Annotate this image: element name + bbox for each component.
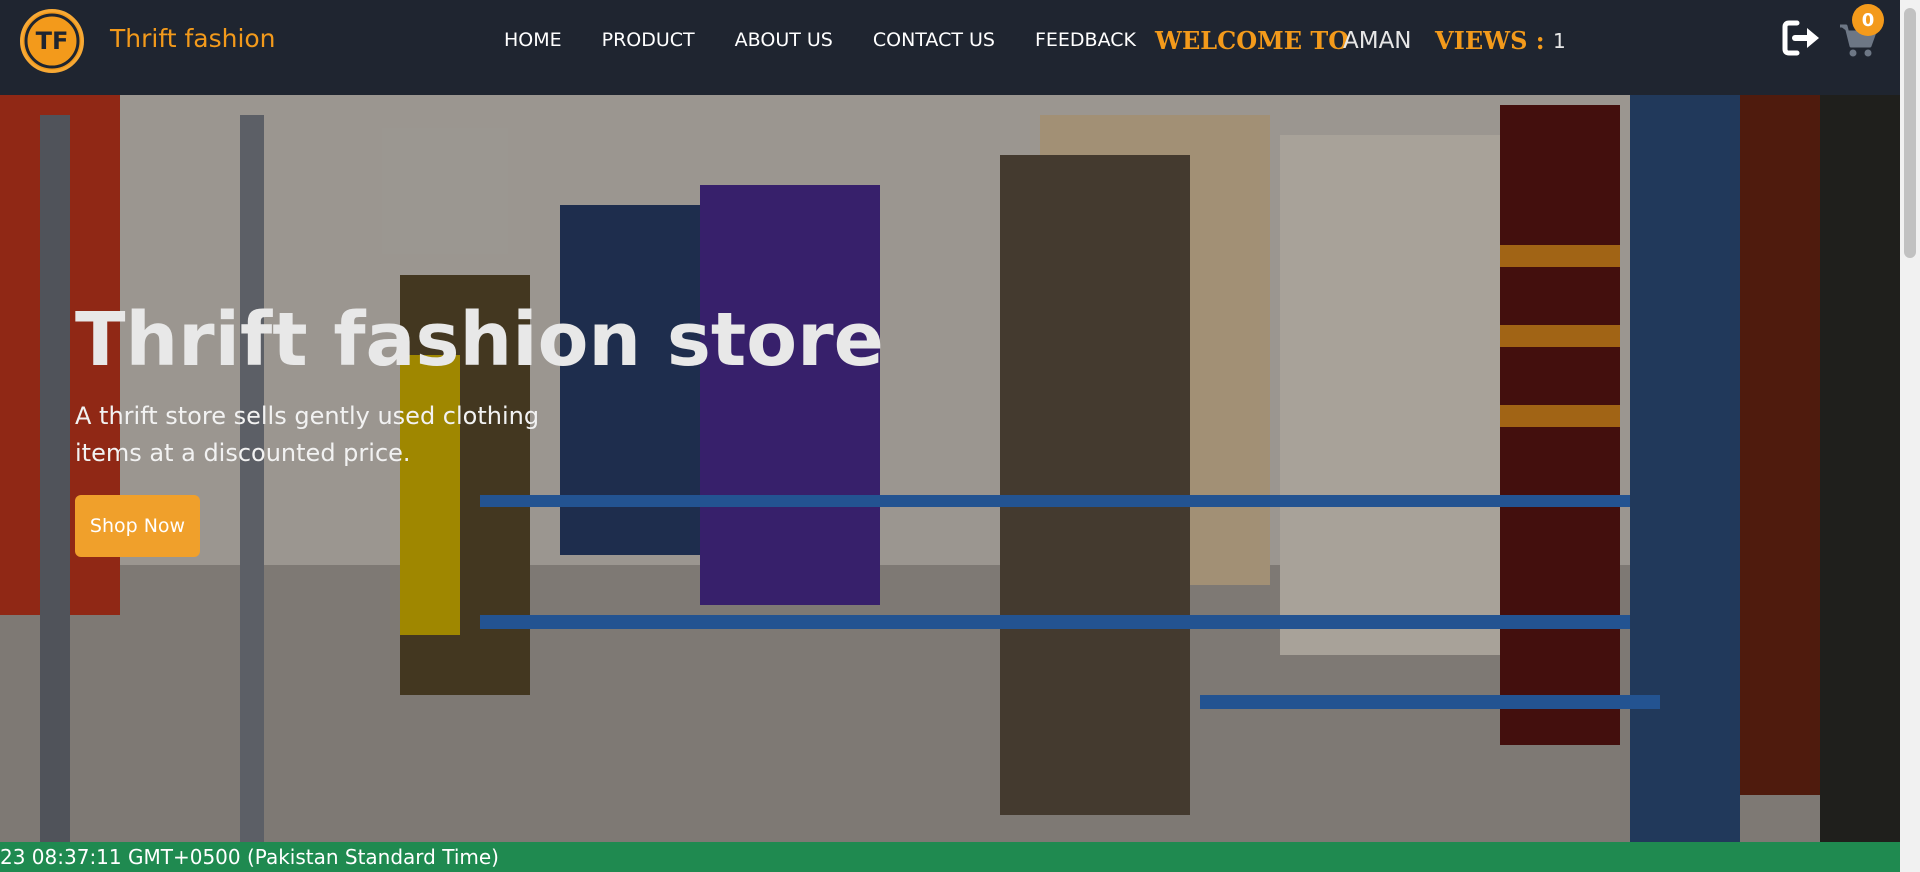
logout-icon[interactable] (1781, 19, 1823, 57)
hero-title: Thrift fashion store (75, 297, 884, 383)
username: AMAN (1343, 28, 1412, 54)
hero-description: A thrift store sells gently used clothin… (75, 402, 540, 467)
vertical-scrollbar[interactable] (1900, 0, 1920, 872)
main-nav: HOME PRODUCT ABOUT US CONTACT US FEEDBAC… (504, 29, 1176, 51)
scrollbar-thumb[interactable] (1904, 8, 1916, 258)
hero-banner: Thrift fashion store A thrift store sell… (0, 95, 1900, 842)
top-navbar: TF Thrift fashion HOME PRODUCT ABOUT US … (0, 0, 1900, 95)
brand-name[interactable]: Thrift fashion (110, 24, 276, 53)
logo-mark: TF (24, 13, 80, 69)
nav-home[interactable]: HOME (504, 29, 562, 51)
shop-now-button[interactable]: Shop Now (75, 495, 200, 557)
svg-text:TF: TF (36, 27, 69, 55)
status-bar-datetime: 23 08:37:11 GMT+0500 (Pakistan Standard … (0, 842, 1900, 872)
nav-feedback[interactable]: FEEDBACK (1035, 29, 1136, 51)
welcome-label: WELCOME TO (1155, 26, 1350, 55)
nav-contact-us[interactable]: CONTACT US (873, 29, 995, 51)
nav-about-us[interactable]: ABOUT US (735, 29, 833, 51)
views-count: 1 (1553, 29, 1566, 53)
nav-product[interactable]: PRODUCT (602, 29, 695, 51)
brand-logo[interactable]: TF (20, 9, 84, 73)
views-label: VIEWS : (1435, 26, 1545, 55)
cart-count-badge: 0 (1852, 4, 1884, 36)
